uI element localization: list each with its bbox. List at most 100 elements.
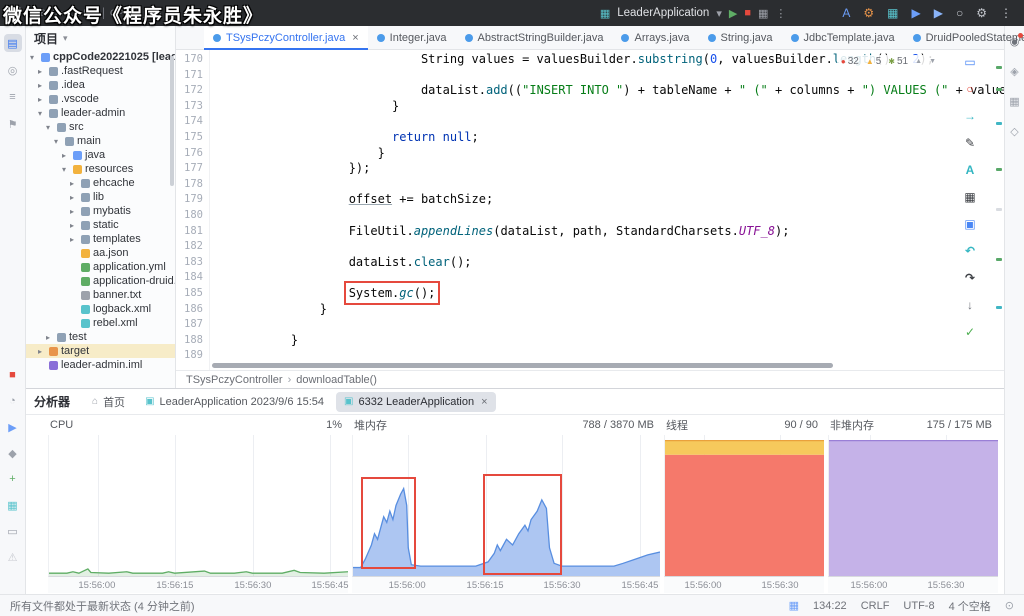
tree-item-mybatis[interactable]: ▸ mybatis (26, 204, 175, 218)
tree-item-target[interactable]: ▸ target (26, 344, 175, 358)
tree-item-application-druid-yml[interactable]: application-druid.yml (26, 274, 175, 288)
breadcrumb-item-tsyspczycontroller[interactable]: TSysPczyController (186, 374, 283, 386)
prev-problem-icon[interactable]: ▲ (915, 58, 922, 65)
lock-icon[interactable]: ⊙ (1005, 599, 1014, 612)
chart-plot-heap[interactable] (352, 435, 660, 577)
inspections-widget[interactable]: ● 32 ▲ 5 ✱ 51 ▲ ▼ (836, 55, 940, 68)
caret-position[interactable]: 134:22 (813, 600, 847, 612)
profiler-tab-首页[interactable]: ⌂ 首页 (84, 392, 133, 412)
run-config-label[interactable]: LeaderApplication (617, 7, 709, 19)
ai-assistant-icon[interactable]: ◈ (1006, 62, 1024, 80)
build-tool-icon[interactable]: ⚙ (863, 6, 874, 20)
tree-item-test[interactable]: ▸ test (26, 330, 175, 344)
close-icon[interactable]: × (481, 396, 487, 408)
tree-item-rebel-xml[interactable]: rebel.xml (26, 316, 175, 330)
code-line[interactable] (262, 348, 1004, 364)
chart-plot-nonheap[interactable] (828, 435, 998, 577)
run-config-icon[interactable]: ▦ (600, 7, 610, 20)
code-line[interactable]: } (262, 99, 1004, 115)
indexing-icon[interactable]: ▦ (789, 599, 799, 612)
pen-tool-icon[interactable]: ✎ (962, 135, 978, 151)
send-alt-icon[interactable]: ▶ (934, 6, 943, 20)
tree-item-logback-xml[interactable]: logback.xml (26, 302, 175, 316)
database-icon[interactable]: ▦ (4, 496, 22, 514)
error-count[interactable]: ● 32 (841, 56, 859, 67)
chart-plot-cpu[interactable] (48, 435, 348, 577)
problems-icon[interactable]: ⚠ (4, 548, 22, 566)
editor-h-scrollbar[interactable] (212, 363, 988, 368)
warning-count[interactable]: ▲ 5 (866, 56, 881, 67)
code-line[interactable]: FileUtil.appendLines(dataList, path, Sta… (262, 224, 1004, 240)
tree-item-java[interactable]: ▸ java (26, 148, 175, 162)
tree-item-aa-json[interactable]: aa.json (26, 246, 175, 260)
tree-item-fastrequest[interactable]: ▸ .fastRequest (26, 64, 175, 78)
tree-item-resources[interactable]: ▾ resources (26, 162, 175, 176)
send-icon[interactable]: ▶ (912, 6, 921, 20)
tree-item-cppcode20221025-leader[interactable]: ▾cppCode20221025 [leader]D:\code\ (26, 50, 175, 64)
tree-item-leader-admin[interactable]: ▾ leader-admin (26, 106, 175, 120)
code-line[interactable]: }); (262, 161, 1004, 177)
code-line[interactable] (262, 177, 1004, 193)
profiler-tool-icon[interactable]: ■ (4, 366, 22, 384)
code-line[interactable]: dataList.add(("INSERT INTO ") + tableNam… (262, 83, 1004, 99)
scrollbar-thumb[interactable] (212, 363, 833, 368)
tree-item-ehcache[interactable]: ▸ ehcache (26, 176, 175, 190)
tab-string-java[interactable]: String.java (699, 26, 782, 49)
translate-icon[interactable]: A (842, 6, 850, 20)
tab-jdbctemplate-java[interactable]: JdbcTemplate.java (782, 26, 904, 49)
settings-icon[interactable]: ⚙ (976, 6, 987, 20)
indent-config[interactable]: 4 个空格 (949, 598, 991, 614)
profiler-tab-leaderapplication-2023-9-6-15-54[interactable]: ▣ LeaderApplication 2023/9/6 15:54 (137, 392, 332, 412)
profiler-actions-icon[interactable]: ▦ (758, 7, 768, 20)
weak-warning-count[interactable]: ✱ 51 (888, 56, 908, 67)
history-icon[interactable]: ◔ (4, 392, 22, 410)
debug-tool-icon[interactable]: ◆ (4, 444, 22, 462)
text-tool-icon[interactable]: A (962, 162, 978, 178)
code-line[interactable] (262, 317, 1004, 333)
more-run-actions-icon[interactable]: ⋮ (775, 7, 786, 20)
project-panel-header[interactable]: 项目 ▾ (26, 26, 175, 50)
commit-icon[interactable]: ◎ (4, 61, 22, 79)
circle-tool-icon[interactable]: ○ (962, 81, 978, 97)
tree-item-src[interactable]: ▾ src (26, 120, 175, 134)
code-line[interactable] (262, 239, 1004, 255)
notifications-icon[interactable]: ◉ (1006, 32, 1024, 50)
project-scrollbar[interactable] (170, 56, 174, 186)
more-icon[interactable]: ⋮ (1000, 6, 1012, 20)
tree-item-main[interactable]: ▾ main (26, 134, 175, 148)
code-line[interactable] (262, 114, 1004, 130)
tree-item-static[interactable]: ▸ static (26, 218, 175, 232)
undo-icon[interactable]: ↶ (962, 243, 978, 259)
gradle-icon[interactable]: ◇ (1006, 122, 1024, 140)
tree-item-lib[interactable]: ▸ lib (26, 190, 175, 204)
breadcrumb-item-downloadtable[interactable]: downloadTable() (296, 374, 377, 386)
code-line[interactable]: return null; (262, 130, 1004, 146)
chevron-down-icon[interactable]: ▾ (716, 7, 722, 20)
vcs-icon[interactable]: + (4, 470, 22, 488)
code-line[interactable]: offset += batchSize; (262, 192, 1004, 208)
tree-item-banner-txt[interactable]: banner.txt (26, 288, 175, 302)
database-panel-icon[interactable]: ▦ (1006, 92, 1024, 110)
profiler-tab-6332-leaderapplication[interactable]: ▣ 6332 LeaderApplication × (336, 391, 496, 412)
code-line[interactable]: } (262, 333, 1004, 349)
arrow-tool-icon[interactable]: → (962, 108, 978, 124)
tab-integer-java[interactable]: Integer.java (368, 26, 456, 49)
next-problem-icon[interactable]: ▼ (929, 58, 936, 65)
search-icon[interactable]: ○ (956, 6, 963, 20)
code-line[interactable]: System.gc(); (262, 280, 1004, 305)
tab-arrays-java[interactable]: Arrays.java (612, 26, 698, 49)
rect-tool-icon[interactable]: ▭ (962, 54, 978, 70)
bookmarks-icon[interactable]: ⚑ (4, 115, 22, 133)
tree-item-idea[interactable]: ▸ .idea (26, 78, 175, 92)
terminal-icon[interactable]: ▭ (4, 522, 22, 540)
tree-item-templates[interactable]: ▸ templates (26, 232, 175, 246)
structure-icon[interactable]: ≡ (4, 88, 22, 106)
code-line[interactable] (262, 68, 1004, 84)
code-line[interactable] (262, 270, 1004, 286)
done-icon[interactable]: ✓ (962, 324, 978, 340)
highlight-tool-icon[interactable]: ▣ (962, 216, 978, 232)
close-icon[interactable]: × (352, 32, 358, 44)
code-line[interactable] (262, 208, 1004, 224)
tree-item-vscode[interactable]: ▸ .vscode (26, 92, 175, 106)
code-line[interactable]: dataList.clear(); (262, 255, 1004, 271)
